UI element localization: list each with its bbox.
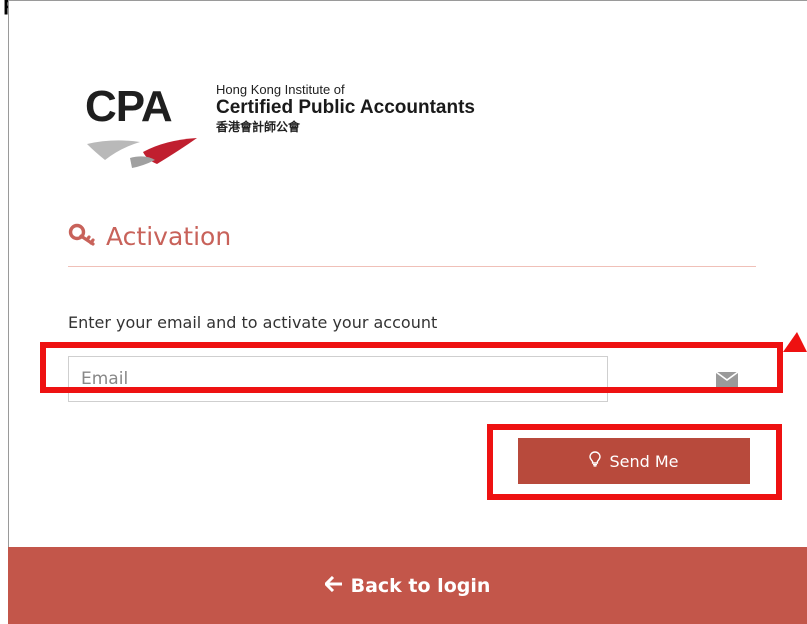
back-to-login-label: Back to login [350,574,491,597]
back-to-login-link[interactable]: Back to login [323,574,491,597]
annotation-arrow-icon [783,332,807,352]
logo-swoosh-icon [87,138,197,168]
button-highlight-box [487,424,782,500]
logo-acronym: CPA [85,82,173,131]
activation-heading: Activation [68,222,231,251]
page-title: Activation [106,222,232,251]
logo-line-3: 香港會計師公會 [216,120,301,134]
footer-bar: Back to login [8,547,807,624]
logo-text-block: Hong Kong Institute of Certified Public … [216,82,475,136]
arrow-left-icon [323,575,343,597]
heading-divider [68,266,756,267]
key-icon [68,223,96,251]
instructions-text: Enter your email and to activate your ac… [68,313,438,332]
logo-line-2: Certified Public Accountants [216,97,475,118]
email-highlight-box [40,342,783,393]
hkicpa-logo: CPA Hong Kong Institute of Certified Pub… [85,82,545,172]
logo-line-1: Hong Kong Institute of [216,82,345,97]
